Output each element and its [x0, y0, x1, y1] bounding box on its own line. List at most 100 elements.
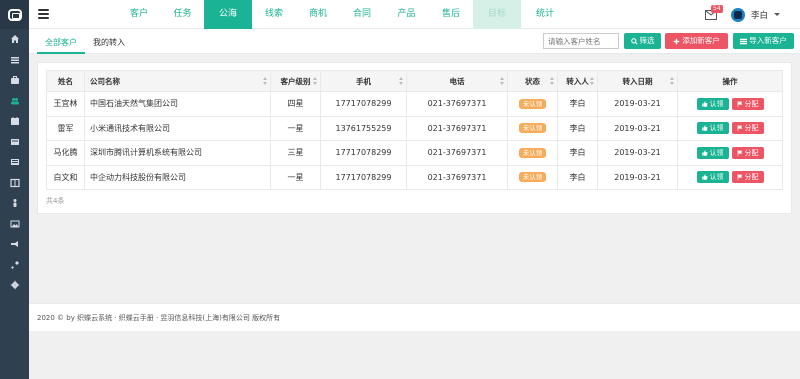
cell-phone: 021-37697371	[406, 91, 508, 117]
cell-actions: 认领 分配	[677, 91, 783, 117]
cell-level: 三星	[270, 140, 321, 166]
cell-mobile: 17717078299	[320, 91, 407, 117]
nav-item-9[interactable]: 统计	[521, 0, 569, 29]
cell-name: 马化腾	[46, 140, 85, 166]
user-name[interactable]: 李白	[751, 9, 768, 21]
cell-company: 中国石油天然气集团公司	[84, 91, 271, 117]
claim-button[interactable]: 认领	[696, 171, 729, 184]
claim-label: 认领	[709, 124, 724, 133]
cell-transfer-by: 李白	[557, 91, 598, 117]
column-header-status[interactable]: 状态	[507, 70, 558, 92]
sidebar	[0, 0, 29, 379]
assign-label: 分配	[744, 99, 759, 108]
table-row[interactable]: 马化腾 深圳市腾讯计算机系统有限公司 三星 17717078299 021-376973…	[46, 140, 783, 166]
cell-mobile: 17717078299	[320, 140, 407, 166]
table-row[interactable]: 白文和 中企动力科技股份有限公司 一星 17717078299 021-37697371…	[46, 164, 783, 190]
customer-table-panel: 姓名 公司名称 客户级别 手机 电话 状态 转入人 转入日期 操作 王宜林 中国石…	[37, 62, 792, 214]
calendar-icon[interactable]	[0, 111, 29, 132]
cell-status: 未认领	[507, 91, 558, 117]
columns-icon[interactable]	[0, 173, 29, 194]
table-row[interactable]: 雷军 小米通讯技术有限公司 一星 13761755259 021-37697371 未认领…	[46, 115, 783, 141]
cell-status: 未认领	[507, 115, 558, 141]
claim-button[interactable]: 认领	[696, 97, 729, 110]
cell-transfer-by: 李白	[557, 164, 598, 190]
nav-item-6[interactable]: 产品	[384, 0, 429, 29]
nav-item-5[interactable]: 合同	[340, 0, 384, 29]
flag-icon	[737, 174, 742, 180]
list-icon	[740, 38, 748, 44]
claim-button[interactable]: 认领	[696, 146, 729, 159]
filter-label: 筛选	[639, 36, 655, 45]
cell-date: 2019-03-21	[597, 164, 678, 190]
book-icon[interactable]	[0, 152, 29, 173]
claim-button[interactable]: 认领	[696, 122, 729, 135]
search-input[interactable]	[543, 33, 619, 49]
image-icon[interactable]	[0, 214, 29, 235]
status-badge: 未认领	[518, 98, 547, 109]
person-icon[interactable]	[0, 193, 29, 214]
column-header-mobile[interactable]: 手机	[320, 70, 407, 92]
column-header-company[interactable]: 公司名称	[84, 70, 271, 92]
chevron-down-icon[interactable]	[774, 13, 780, 16]
home-icon[interactable]	[0, 29, 29, 50]
cell-company: 深圳市腾讯计算机系统有限公司	[84, 140, 271, 166]
nav-item-7[interactable]: 售后	[429, 0, 473, 29]
cell-company: 中企动力科技股份有限公司	[84, 164, 271, 190]
bullhorn-icon[interactable]	[0, 234, 29, 255]
flag-icon	[737, 101, 742, 107]
search-icon	[630, 37, 638, 45]
newspaper-icon[interactable]	[0, 132, 29, 153]
main-nav: 客户 任务 公海 线索 商机 合同 产品 售后 目标 统计	[117, 0, 569, 29]
table-row[interactable]: 王宜林 中国石油天然气集团公司 四星 17717078299 021-37697371 未…	[46, 91, 783, 117]
cell-transfer-by: 李白	[557, 115, 598, 141]
cell-date: 2019-03-21	[597, 91, 678, 117]
nav-item-1[interactable]: 任务	[161, 0, 204, 29]
cell-mobile: 17717078299	[320, 164, 407, 190]
briefcase-icon[interactable]	[0, 70, 29, 91]
tab-all-customers[interactable]: 全部客户	[37, 29, 85, 54]
nav-item-0[interactable]: 客户	[117, 0, 161, 29]
status-badge: 未认领	[518, 147, 547, 158]
column-header-level[interactable]: 客户级别	[270, 70, 321, 92]
filter-button[interactable]: 筛选	[624, 33, 661, 49]
column-header-phone[interactable]: 电话	[406, 70, 508, 92]
sidebar-menu	[0, 29, 29, 296]
nav-item-8[interactable]: 目标	[473, 0, 521, 29]
column-header-date[interactable]: 转入日期	[597, 70, 678, 92]
column-header-name[interactable]: 姓名	[46, 70, 85, 92]
cell-status: 未认领	[507, 164, 558, 190]
users-icon[interactable]	[0, 91, 29, 112]
import-customer-button[interactable]: 导入新客户	[733, 33, 794, 49]
logo[interactable]	[0, 0, 29, 29]
assign-button[interactable]: 分配	[731, 171, 764, 184]
nav-item-3[interactable]: 线索	[252, 0, 296, 29]
nav-item-4[interactable]: 商机	[296, 0, 340, 29]
column-header-transfer-by[interactable]: 转入人	[557, 70, 598, 92]
thumbs-up-icon	[701, 125, 707, 131]
cell-date: 2019-03-21	[597, 140, 678, 166]
tab-my-transfers[interactable]: 我的转入	[85, 29, 133, 54]
plus-icon	[673, 38, 680, 44]
cell-name: 雷军	[46, 115, 85, 141]
assign-button[interactable]: 分配	[731, 122, 764, 135]
mail-icon[interactable]: 54	[704, 4, 723, 20]
thumbs-up-icon	[701, 174, 707, 180]
nav-item-2[interactable]: 公海	[204, 0, 252, 29]
avatar[interactable]	[730, 7, 745, 22]
import-customer-label: 导入新客户	[749, 36, 787, 45]
claim-label: 认领	[709, 99, 724, 108]
status-badge: 未认领	[518, 123, 547, 134]
add-customer-button[interactable]: 添加新客户	[665, 33, 728, 49]
assign-button[interactable]: 分配	[731, 146, 764, 159]
cell-name: 王宜林	[46, 91, 85, 117]
wrench-icon[interactable]	[0, 255, 29, 276]
cell-actions: 认领 分配	[677, 140, 783, 166]
gear-icon[interactable]	[0, 275, 29, 296]
assign-button[interactable]: 分配	[731, 97, 764, 110]
thumbs-up-icon	[701, 101, 707, 107]
cell-mobile: 13761755259	[320, 115, 407, 141]
menu-toggle-icon[interactable]	[38, 9, 49, 19]
cell-company: 小米通讯技术有限公司	[84, 115, 271, 141]
list-icon[interactable]	[0, 50, 29, 71]
assign-label: 分配	[744, 173, 759, 182]
